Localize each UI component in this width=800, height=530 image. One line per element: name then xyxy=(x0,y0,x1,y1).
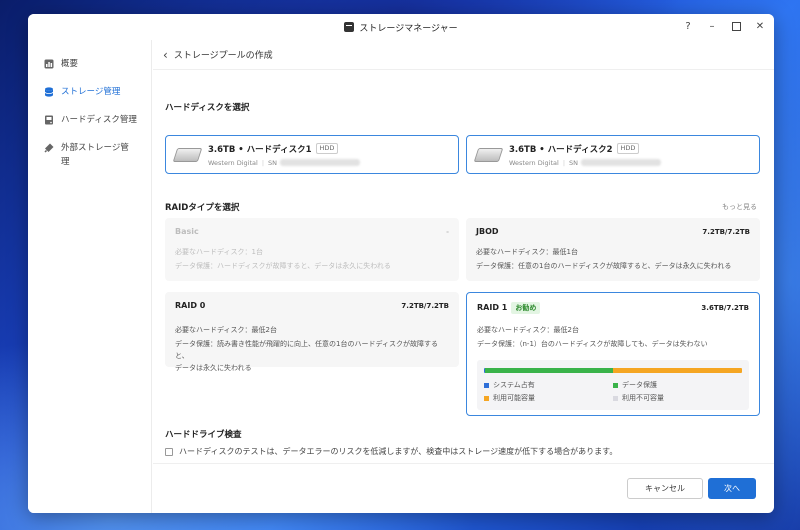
drive-check-checkbox[interactable] xyxy=(165,447,173,456)
sidebar-item-external-storage[interactable]: 外部ストレージ管理 xyxy=(28,136,151,174)
storage-manager-window: ストレージマネージャー ? – ✕ 概要 ストレージ管理 ハードディスク管理 外… xyxy=(28,14,774,513)
raid-option-jbod[interactable]: JBOD 7.2TB/7.2TB 必要なハードディスク：最低1台 データ保護：任意… xyxy=(466,218,760,281)
sidebar-item-overview[interactable]: 概要 xyxy=(28,52,151,76)
usage-segment xyxy=(485,368,613,373)
serial-number-redacted xyxy=(581,159,662,166)
legend-swatch xyxy=(484,382,489,388)
breadcrumb: ‹ ストレージプールの作成 xyxy=(153,40,774,70)
sidebar-item-label: ストレージ管理 xyxy=(61,87,121,97)
raid-protection: データ保護：（n-1）台のハードディスクが故障しても、データは失わない xyxy=(477,340,708,348)
wizard-footer: キャンセル 次へ xyxy=(153,463,774,513)
disk-sn-label: SN xyxy=(569,158,579,167)
usage-segment xyxy=(612,368,742,373)
sidebar-item-storage[interactable]: ストレージ管理 xyxy=(28,80,151,104)
hdd-icon xyxy=(172,147,203,162)
sidebar-item-label: 外部ストレージ管理 xyxy=(61,143,129,167)
maximize-icon xyxy=(731,21,741,31)
page-title: ストレージプールの作成 xyxy=(173,51,273,61)
raid-capacity: 3.6TB/7.2TB xyxy=(701,304,749,312)
legend-label: データ保護 xyxy=(622,381,657,389)
raid-capacity: 7.2TB/7.2TB xyxy=(702,227,750,236)
wizard-content: ハードディスクを選択 3.6TB • ハードディスク1 HDD Western D… xyxy=(165,70,760,463)
raid-name: Basic xyxy=(175,227,199,236)
sidebar-item-label: 概要 xyxy=(61,59,79,69)
raid-protection: データ保護：任意の1台のハードディスクが故障すると、データは永久に失われる xyxy=(476,262,732,270)
back-button[interactable]: ‹ xyxy=(163,48,168,62)
capacity-usage-bar xyxy=(484,368,742,373)
raid-required: 必要なハードディスク：最低2台 xyxy=(477,326,579,334)
raid-protection-cont: データは永久に失われる xyxy=(175,364,252,372)
select-raid-heading: RAIDタイプを選択 xyxy=(165,203,240,213)
legend-item: 利用可能容量 xyxy=(484,393,613,403)
drive-check-text: ハードディスクのテストは、データエラーのリスクを低減しますが、検査中はストレージ… xyxy=(179,447,618,456)
raid-option-raid0[interactable]: RAID 0 7.2TB/7.2TB 必要なハードディスク：最低2台 データ保護：… xyxy=(165,292,459,372)
window-controls: ? – ✕ xyxy=(682,20,766,32)
usb-icon xyxy=(44,143,54,153)
help-button[interactable]: ? xyxy=(682,20,694,32)
recommended-badge: お勧め xyxy=(511,302,541,314)
legend-item: システム占有 xyxy=(484,380,613,390)
disk-card-2[interactable]: 3.6TB • ハードディスク2 HDD Western Digital | SN xyxy=(466,135,760,174)
legend-label: 利用不可容量 xyxy=(622,394,664,402)
window-title: ストレージマネージャー xyxy=(359,23,458,34)
close-button[interactable]: ✕ xyxy=(754,20,766,32)
raid-required: 必要なハードディスク：最低1台 xyxy=(476,248,578,256)
next-button[interactable]: 次へ xyxy=(708,478,756,499)
drive-check-row[interactable]: ハードディスクのテストは、データエラーのリスクを低減しますが、検査中はストレージ… xyxy=(165,446,617,457)
raid-protection: データ保護：読み書き性能が飛躍的に向上、任意の1台のハードディスクが故障すると、 xyxy=(175,340,438,360)
hdd-badge: HDD xyxy=(315,143,339,154)
database-icon xyxy=(44,87,54,97)
hdd-icon xyxy=(473,147,504,162)
raid-required: 必要なハードディスク：1台 xyxy=(175,248,263,256)
cancel-button[interactable]: キャンセル xyxy=(627,478,703,499)
raid-protection: データ保護：ハードディスクが故障すると、データは永久に失われる xyxy=(175,262,391,270)
disk-sn-label: SN xyxy=(268,158,278,167)
storage-app-icon xyxy=(344,22,355,32)
legend-label: システム占有 xyxy=(493,381,535,389)
serial-number-redacted xyxy=(280,159,361,166)
legend-swatch xyxy=(613,382,618,388)
legend-label: 利用可能容量 xyxy=(493,394,535,402)
legend-item: データ保護 xyxy=(613,380,742,390)
sidebar-item-disk-management[interactable]: ハードディスク管理 xyxy=(28,108,151,132)
capacity-usage-panel: システム占有 データ保護利用可能容量 利用不可容量 xyxy=(477,360,749,410)
disk-vendor: Western Digital xyxy=(509,158,559,167)
maximize-button[interactable] xyxy=(730,20,742,32)
title-bar: ストレージマネージャー ? – ✕ xyxy=(28,14,774,40)
disk-card-1[interactable]: 3.6TB • ハードディスク1 HDD Western Digital | SN xyxy=(165,135,459,174)
sidebar-item-label: ハードディスク管理 xyxy=(61,115,137,125)
raid-name: JBOD xyxy=(476,227,499,236)
legend-swatch xyxy=(484,395,489,401)
raid-required: 必要なハードディスク：最低2台 xyxy=(175,326,277,334)
drive-check-heading: ハードドライブ検査 xyxy=(165,430,242,440)
more-link[interactable]: もっと見る xyxy=(722,202,757,212)
raid-name: RAID 0 xyxy=(175,301,206,310)
sidebar: 概要 ストレージ管理 ハードディスク管理 外部ストレージ管理 xyxy=(28,40,152,513)
raid-capacity: - xyxy=(446,227,449,236)
disk-vendor: Western Digital xyxy=(208,158,258,167)
raid-name: RAID 1 xyxy=(477,303,508,312)
disk-name: 3.6TB • ハードディスク2 xyxy=(509,144,613,155)
select-disk-heading: ハードディスクを選択 xyxy=(165,103,250,113)
hard-disk-icon xyxy=(45,115,53,125)
legend-item: 利用不可容量 xyxy=(613,393,742,403)
legend-swatch xyxy=(613,395,618,401)
capacity-legend: システム占有 データ保護利用可能容量 利用不可容量 xyxy=(484,380,742,403)
raid-capacity: 7.2TB/7.2TB xyxy=(401,301,449,310)
disk-name: 3.6TB • ハードディスク1 xyxy=(208,144,312,155)
raid-option-raid1[interactable]: RAID 1 お勧め 3.6TB/7.2TB 必要なハードディスク：最低2台 データ… xyxy=(466,292,760,416)
overview-icon xyxy=(44,59,54,69)
main-panel: ‹ ストレージプールの作成 ハードディスクを選択 3.6TB • ハードディスク… xyxy=(153,40,774,513)
hdd-badge: HDD xyxy=(616,143,640,154)
minimize-button[interactable]: – xyxy=(706,20,718,32)
raid-option-basic: Basic - 必要なハードディスク：1台 データ保護：ハードディスクが故障すると… xyxy=(165,218,459,281)
